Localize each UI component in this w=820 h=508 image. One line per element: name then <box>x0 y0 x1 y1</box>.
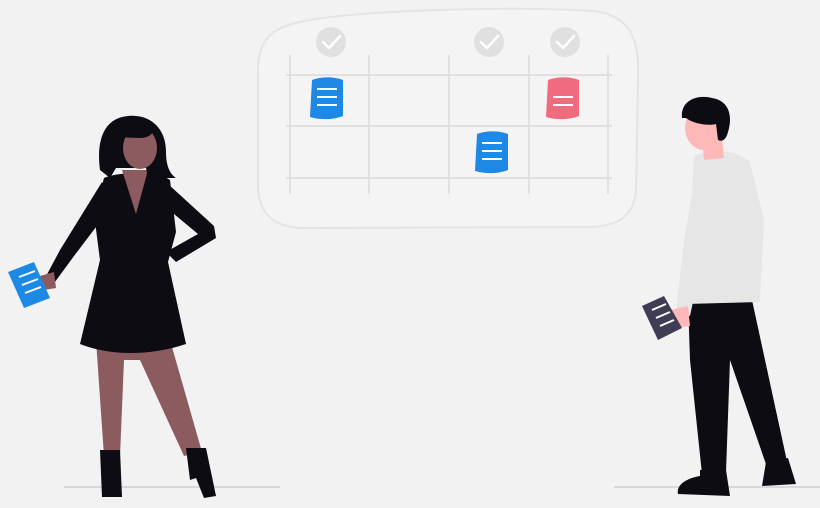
man-head <box>681 96 731 150</box>
check-icon <box>550 27 580 57</box>
illustration-stage <box>0 0 820 508</box>
man-shoe-right <box>762 458 796 486</box>
man-figure <box>642 96 796 496</box>
woman-shoe-right <box>186 448 216 498</box>
document-icon <box>546 77 579 120</box>
woman-shoe-left <box>100 450 122 497</box>
woman-head <box>99 115 176 178</box>
man-shoe-left <box>677 470 730 496</box>
man-legs <box>688 300 788 474</box>
scene-illustration <box>8 7 820 498</box>
document-icon <box>8 262 50 308</box>
document-icon <box>642 296 682 340</box>
check-icon <box>474 27 504 57</box>
check-icon <box>316 27 346 57</box>
woman-figure <box>8 115 216 498</box>
schedule-board <box>257 7 640 230</box>
document-icon <box>475 131 508 174</box>
woman-legs <box>96 340 202 456</box>
document-icon <box>310 77 343 120</box>
